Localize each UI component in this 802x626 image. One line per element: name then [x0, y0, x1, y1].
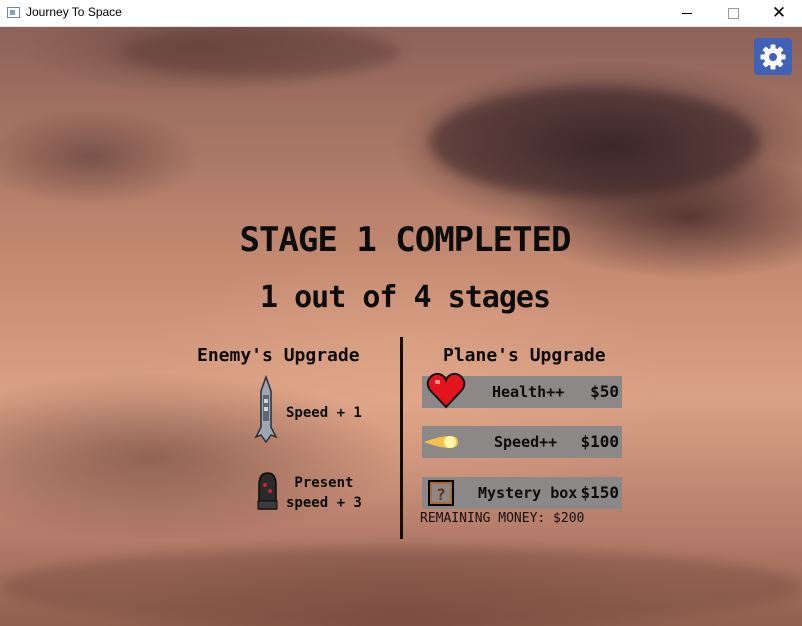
game-canvas: STAGE 1 COMPLETED 1 out of 4 stages Enem…	[0, 27, 802, 626]
fireball-icon	[424, 436, 458, 448]
stage-progress: 1 out of 4 stages	[259, 280, 551, 315]
rocket-icon	[254, 375, 278, 444]
column-divider	[400, 337, 403, 539]
app-icon	[7, 7, 20, 18]
heart-icon	[426, 372, 466, 409]
svg-text:?: ?	[436, 485, 446, 504]
mystery-box-icon: ?	[428, 480, 454, 506]
enemy-speed-upgrade: Speed + 1	[286, 405, 362, 421]
maximize-button[interactable]	[710, 0, 756, 27]
buy-speed-button[interactable]: Speed++ $100	[422, 426, 622, 458]
minimize-button[interactable]	[664, 0, 710, 27]
background-cloud	[120, 27, 400, 77]
background-cloud	[0, 547, 802, 626]
enemy-present-line1: Present	[294, 475, 354, 491]
speed-price: $100	[580, 432, 619, 451]
mystery-box-price: $150	[580, 483, 619, 502]
game-window: Journey To Space ✕ STAGE 1 COMPLETED 1 o…	[0, 0, 802, 626]
plane-upgrade-heading: Plane's Upgrade	[443, 345, 606, 366]
close-button[interactable]: ✕	[756, 0, 802, 27]
title-bar: Journey To Space ✕	[0, 0, 802, 27]
speed-label: Speed++	[494, 433, 558, 451]
remaining-money: REMAINING MONEY: $200	[420, 511, 585, 526]
stage-title: STAGE 1 COMPLETED	[239, 220, 572, 260]
gear-icon	[760, 44, 786, 69]
health-price: $50	[590, 382, 619, 401]
bullet-icon	[257, 472, 278, 510]
enemy-present-speed-upgrade: Present speed + 3	[286, 473, 362, 513]
window-title: Journey To Space	[26, 5, 122, 19]
mystery-box-label: Mystery box	[478, 484, 578, 502]
buy-mystery-box-button[interactable]: ? Mystery box $150	[422, 477, 622, 509]
health-label: Health++	[492, 383, 565, 401]
enemy-upgrade-heading: Enemy's Upgrade	[197, 345, 360, 366]
settings-button[interactable]	[754, 38, 792, 75]
buy-health-button[interactable]: Health++ $50	[422, 372, 622, 409]
background-cloud	[430, 87, 760, 197]
enemy-present-line2: speed + 3	[286, 495, 362, 511]
